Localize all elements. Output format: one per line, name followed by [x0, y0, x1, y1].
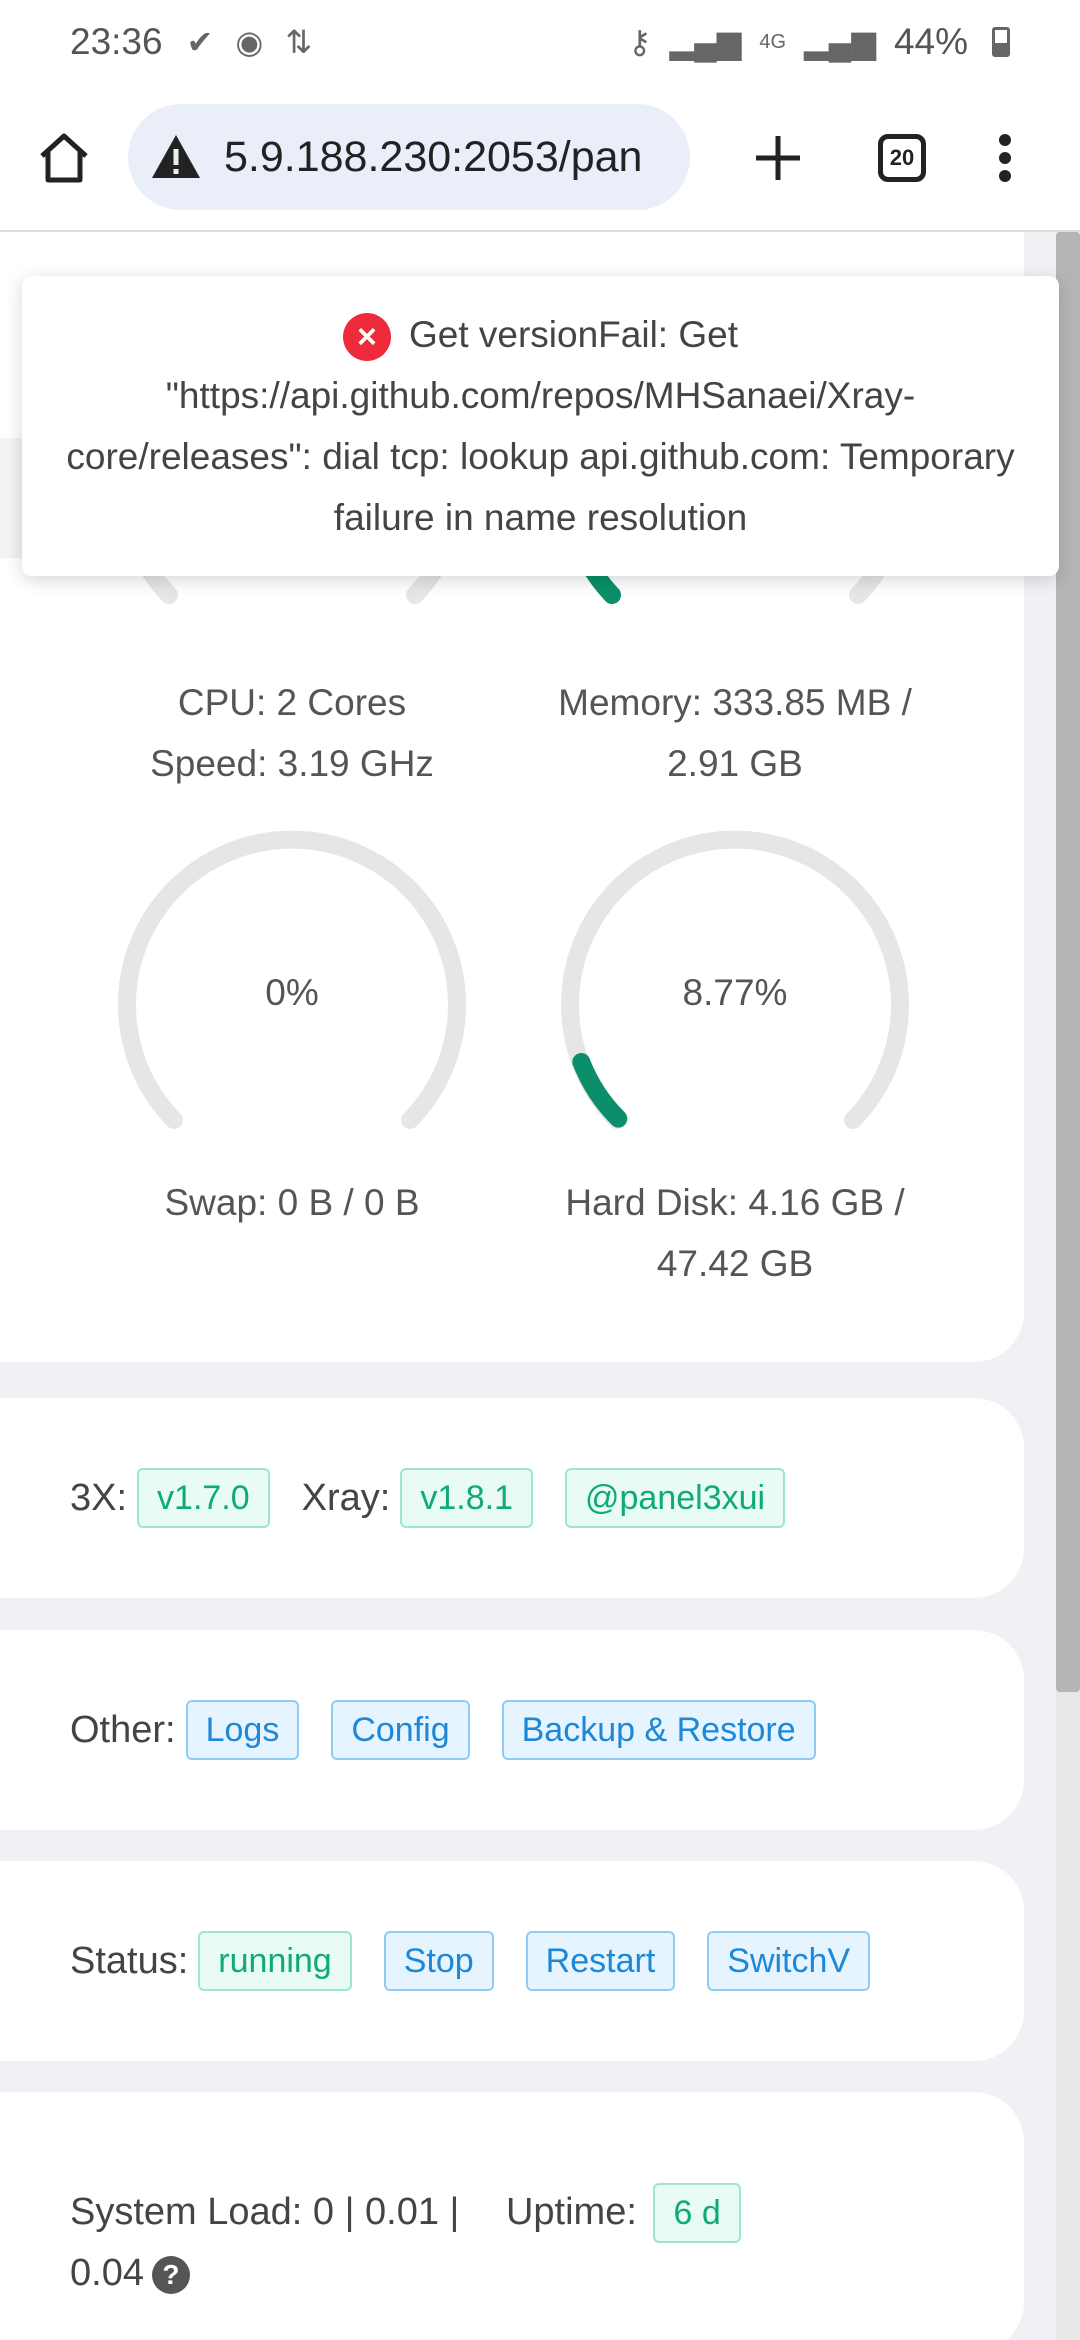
logs-button[interactable]: Logs [185, 1700, 300, 1760]
status-bar: 23:36 ✔ ◉ ⇅ ⚷ ▂▄▆ 4G ▂▄▆ 44% [0, 0, 1080, 84]
signal-activity-icon: ⇅ [285, 24, 313, 60]
system-load-card: System Load: 0 | 0.01 | Uptime: 6 d 0.04… [0, 2092, 1024, 2340]
channel-link[interactable]: @panel3xui [565, 1468, 786, 1528]
system-load-row-2: 0.04? [70, 2243, 1024, 2304]
version-xray-label: Xray: [301, 1476, 391, 1519]
more-menu-icon[interactable] [990, 128, 1020, 188]
chrome-icon: ◉ [235, 24, 264, 60]
help-icon[interactable]: ? [151, 2255, 190, 2294]
warning-icon[interactable] [150, 131, 202, 183]
running-badge: running [198, 1931, 352, 1991]
browser-toolbar: 5.9.188.230:2053/pan 20 [0, 84, 1080, 232]
error-icon: × [342, 313, 391, 362]
memory-used-text: Memory: 333.85 MB / [558, 682, 912, 723]
memory-caption: Memory: 333.85 MB / 2.91 GB [510, 672, 960, 794]
signal-icon-2: ▂▄▆ [804, 24, 876, 60]
signal-icon: ▂▄▆ [669, 24, 742, 60]
network-type: 4G [759, 30, 787, 53]
disk-percent: 8.77% [682, 972, 788, 1013]
cpu-caption: CPU: 2 Cores Speed: 3.19 GHz [112, 672, 472, 794]
versions-card: 3X: v1.7.0 Xray: v1.8.1 @panel3xui [0, 1398, 1024, 1598]
disk-gauge-fill [572, 1052, 628, 1128]
other-label: Other: [70, 1708, 176, 1751]
switch-version-button[interactable]: SwitchV [707, 1931, 871, 1991]
stop-button[interactable]: Stop [383, 1931, 494, 1991]
status-label: Status: [70, 1939, 189, 1982]
restart-button[interactable]: Restart [525, 1931, 676, 1991]
battery-icon [992, 27, 1010, 57]
clock: 23:36 [70, 21, 163, 62]
disk-gauge: 8.77% [555, 822, 915, 1182]
disk-total-text: 47.42 GB [656, 1243, 814, 1284]
disk-caption: Hard Disk: 4.16 GB / 47.42 GB [510, 1172, 960, 1294]
version-3x-label: 3X: [70, 1476, 128, 1519]
other-card: Other: Logs Config Backup & Restore [0, 1630, 1024, 1830]
home-icon[interactable] [34, 128, 94, 188]
swap-percent: 0% [265, 972, 319, 1013]
battery-percent: 44% [893, 21, 968, 62]
uptime-tag: 6 d [653, 2183, 741, 2243]
system-load-text: System Load: 0 | 0.01 | [70, 2191, 460, 2233]
version-3x-tag[interactable]: v1.7.0 [137, 1468, 270, 1528]
cpu-speed-text: Speed: 3.19 GHz [150, 743, 434, 784]
version-xray-tag[interactable]: v1.8.1 [400, 1468, 533, 1528]
swap-gauge: 0% [112, 822, 472, 1182]
disk-used-text: Hard Disk: 4.16 GB / [565, 1182, 905, 1223]
uptime-label: Uptime: [505, 2191, 637, 2233]
tab-switcher-button[interactable]: 20 [878, 134, 926, 182]
cpu-cores-text: CPU: 2 Cores [177, 682, 407, 723]
scrollbar-thumb[interactable] [1056, 232, 1080, 1692]
swap-caption: Swap: 0 B / 0 B [164, 1182, 420, 1223]
error-toast[interactable]: × Get versionFail: Get "https://api.githu… [22, 276, 1059, 576]
toast-message: Get versionFail: Get "https://api.github… [66, 314, 1015, 538]
address-bar[interactable]: 5.9.188.230:2053/pan [128, 104, 690, 210]
config-button[interactable]: Config [331, 1700, 470, 1760]
key-icon: ⚷ [628, 24, 652, 60]
xray-status-card: Status: running Stop Restart SwitchV [0, 1861, 1024, 2061]
new-tab-icon[interactable] [748, 128, 808, 188]
system-load-rest: 0.04 [70, 2252, 144, 2294]
url-text: 5.9.188.230:2053/pan [224, 132, 643, 181]
backup-restore-button[interactable]: Backup & Restore [501, 1700, 816, 1760]
check-icon: ✔ [186, 24, 214, 60]
memory-total-text: 2.91 GB [667, 743, 803, 784]
system-load-row: System Load: 0 | 0.01 | Uptime: 6 d [70, 2182, 1024, 2243]
